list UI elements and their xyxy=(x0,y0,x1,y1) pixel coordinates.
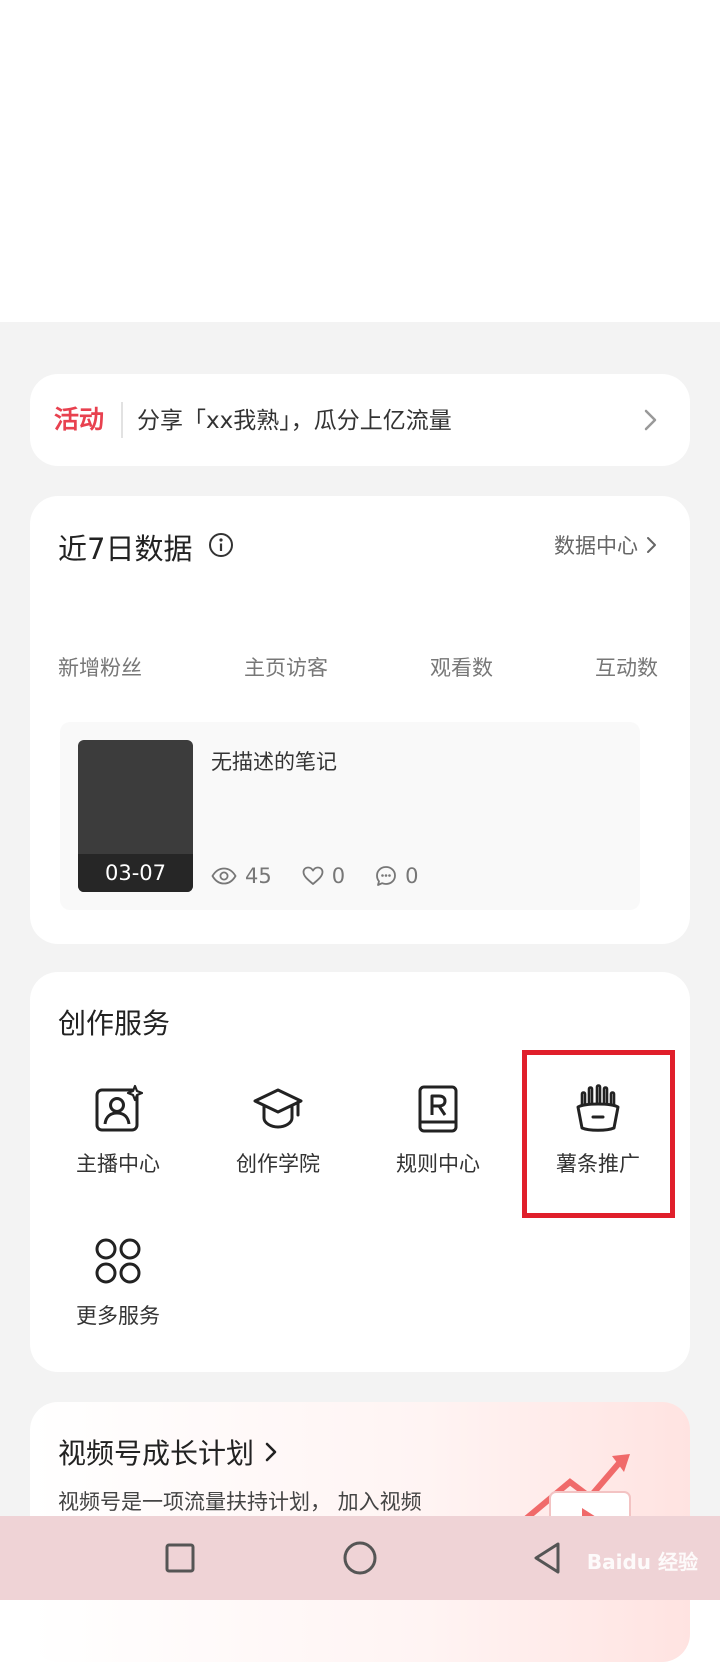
note-thumbnail: 03-07 xyxy=(78,740,193,892)
metric-new-fans[interactable]: 新增粉丝 xyxy=(58,652,142,682)
service-creation-academy[interactable]: 创作学院 xyxy=(208,1084,348,1178)
comment-icon xyxy=(376,866,397,886)
services-title: 创作服务 xyxy=(58,1007,171,1040)
system-nav-bar: Baidu 经验 xyxy=(0,1516,720,1600)
likes-stat: 0 xyxy=(302,864,345,888)
service-label: 创作学院 xyxy=(236,1152,320,1176)
data-center-link[interactable]: 数据中心 xyxy=(554,530,660,560)
eye-icon xyxy=(211,867,237,885)
service-label: 主播中心 xyxy=(76,1152,160,1176)
service-label: 更多服务 xyxy=(76,1304,160,1328)
note-stats: 45 0 0 xyxy=(211,864,418,888)
activity-banner[interactable]: 活动 分享「xx我熟」，瓜分上亿流量 xyxy=(30,374,690,466)
grid-circles-icon xyxy=(95,1238,141,1284)
growth-title: 视频号成长计划 xyxy=(58,1432,280,1472)
top-blank-area xyxy=(0,0,720,322)
graduation-cap-icon xyxy=(253,1088,303,1129)
chevron-right-icon xyxy=(647,537,656,553)
activity-text: 分享「xx我熟」，瓜分上亿流量 xyxy=(137,408,452,434)
comments-count: 0 xyxy=(405,864,419,888)
growth-desc: 视频号是一项流量扶持计划， 加入视频 xyxy=(58,1490,422,1514)
watermark: Baidu 经验 xyxy=(586,1550,698,1574)
service-anchor-center[interactable]: 主播中心 xyxy=(48,1084,188,1178)
service-rules-center[interactable]: 规则中心 xyxy=(368,1084,508,1178)
back-icon[interactable] xyxy=(528,1538,568,1578)
metric-views[interactable]: 观看数 xyxy=(430,652,493,682)
note-item[interactable]: 03-07 无描述的笔记 45 0 0 xyxy=(60,722,640,910)
service-label: 规则中心 xyxy=(396,1152,480,1176)
metric-interactions[interactable]: 互动数 xyxy=(595,652,658,682)
weekly-data-card: 近7日数据 数据中心 新增粉丝 主页访客 观看数 互动数 03-07 无描述的笔… xyxy=(30,496,690,944)
activity-tag: 活动 xyxy=(54,405,105,434)
data-center-label: 数据中心 xyxy=(554,534,638,558)
metrics-row: 新增粉丝 主页访客 观看数 互动数 xyxy=(58,652,694,692)
views-count: 45 xyxy=(245,864,272,888)
highlight-box xyxy=(522,1050,675,1218)
chevron-right-icon xyxy=(265,1442,277,1462)
recent-apps-icon[interactable] xyxy=(160,1538,200,1578)
divider xyxy=(121,402,123,438)
rules-book-icon xyxy=(418,1085,458,1133)
data-card-title: 近7日数据 xyxy=(58,532,193,566)
service-more[interactable]: 更多服务 xyxy=(48,1236,188,1330)
growth-title-text: 视频号成长计划 xyxy=(58,1437,255,1470)
home-icon[interactable] xyxy=(340,1538,380,1578)
comments-stat: 0 xyxy=(375,864,418,888)
note-title: 无描述的笔记 xyxy=(211,750,337,774)
chevron-right-icon xyxy=(644,409,657,431)
metric-homepage-visitors[interactable]: 主页访客 xyxy=(244,652,328,682)
likes-count: 0 xyxy=(331,864,346,888)
info-icon[interactable] xyxy=(208,532,234,558)
anchor-center-icon xyxy=(95,1084,143,1132)
heart-icon xyxy=(302,866,324,885)
note-date: 03-07 xyxy=(78,854,193,892)
views-stat: 45 xyxy=(211,864,272,888)
